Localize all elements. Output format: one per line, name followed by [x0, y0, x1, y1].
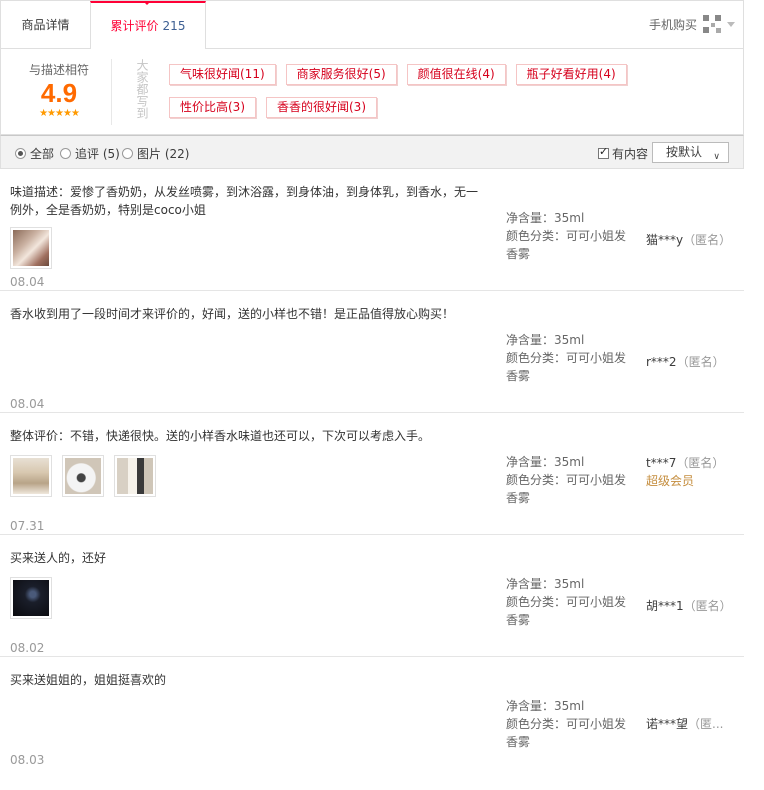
- review-text: 香水收到用了一段时间才来评价的，好闻，送的小样也不错！是正品值得放心购买！: [10, 307, 455, 321]
- sku-net-content: 净含量：35ml: [506, 455, 585, 469]
- filter-followup-label: 追评 (5): [75, 147, 120, 161]
- mobile-buy-label: 手机购买: [648, 17, 697, 32]
- review-photo[interactable]: [62, 455, 104, 497]
- review-photos: [10, 577, 62, 619]
- reviewer-nick: 胡***1: [646, 599, 684, 613]
- reviewer-name: r***2（匿名）: [646, 353, 736, 370]
- review-text: 味道描述：爱惨了香奶奶，从发丝喷雾，到沐浴露，到身体油，到身体乳，到香水，无一例…: [10, 185, 479, 217]
- sku-color: 颜色分类：可可小姐发香雾: [506, 229, 627, 261]
- review-date: 07.31: [10, 519, 45, 533]
- score-label: 与描述相符: [28, 63, 89, 77]
- tab-product-detail[interactable]: 商品详情: [1, 1, 90, 49]
- review-date: 08.04: [10, 275, 45, 289]
- filter-all[interactable]: 全部: [15, 145, 54, 162]
- review-item: 味道描述：爱惨了香奶奶，从发丝喷雾，到沐浴露，到身体油，到身体乳，到香水，无一例…: [0, 169, 744, 291]
- anonymous-label: （匿...: [688, 717, 724, 731]
- sku-net-content: 净含量：35ml: [506, 577, 585, 591]
- reviewer-nick: t***7: [646, 456, 677, 470]
- sort-select[interactable]: 按默认 ∨: [652, 142, 729, 163]
- review-list: 味道描述：爱惨了香奶奶，从发丝喷雾，到沐浴露，到身体油，到身体乳，到香水，无一例…: [0, 169, 744, 779]
- review-item: 买来送人的，还好 08.02 净含量：35ml 颜色分类：可可小姐发香雾 胡**…: [0, 535, 744, 657]
- review-count: 215: [162, 19, 186, 33]
- tag-item[interactable]: 颜值很在线(4): [406, 64, 506, 85]
- reviewer-nick: r***2: [646, 355, 677, 369]
- review-item: 香水收到用了一段时间才来评价的，好闻，送的小样也不错！是正品值得放心购买！ 08…: [0, 291, 744, 413]
- filter-all-label: 全部: [30, 147, 55, 161]
- sku-color: 颜色分类：可可小姐发香雾: [506, 473, 627, 505]
- tag-item[interactable]: 香香的很好闻(3): [266, 97, 377, 118]
- review-date: 08.03: [10, 753, 45, 767]
- review-text: 买来送姐姐的，姐姐挺喜欢的: [10, 673, 167, 687]
- filter-pictures-label: 图片 (22): [137, 147, 190, 161]
- sku-net-content: 净含量：35ml: [506, 333, 585, 347]
- sku-net-content: 净含量：35ml: [506, 699, 585, 713]
- radio-selected-icon[interactable]: [15, 148, 26, 159]
- review-photo[interactable]: [10, 227, 52, 269]
- sku-color: 颜色分类：可可小姐发香雾: [506, 717, 627, 749]
- anonymous-label: （匿名）: [683, 599, 732, 613]
- filter-pictures[interactable]: 图片 (22): [122, 145, 189, 162]
- qr-code-icon[interactable]: [703, 15, 721, 33]
- review-date: 08.02: [10, 641, 45, 655]
- sku-info: 净含量：35ml 颜色分类：可可小姐发香雾: [506, 697, 636, 751]
- sku-info: 净含量：35ml 颜色分类：可可小姐发香雾: [506, 209, 636, 263]
- reviewer-name: 诺***望（匿...: [646, 715, 736, 732]
- sku-info: 净含量：35ml 颜色分类：可可小姐发香雾: [506, 453, 636, 507]
- divider: [111, 59, 112, 125]
- review-photo[interactable]: [114, 455, 156, 497]
- review-date: 08.04: [10, 397, 45, 411]
- review-photo[interactable]: [10, 577, 52, 619]
- radio-icon[interactable]: [60, 148, 71, 159]
- radio-icon[interactable]: [122, 148, 133, 159]
- review-text: 买来送人的，还好: [10, 551, 107, 565]
- tag-item[interactable]: 性价比高(3): [169, 97, 256, 118]
- sku-color: 颜色分类：可可小姐发香雾: [506, 351, 627, 383]
- tag-item[interactable]: 商家服务很好(5): [285, 64, 397, 85]
- has-content-label: 有内容: [612, 147, 649, 161]
- active-tab-caret: [143, 1, 151, 5]
- star-rating-icon: ★★★★★: [39, 108, 80, 119]
- tab-reviews[interactable]: 累计评价 215: [90, 1, 206, 50]
- tag-item[interactable]: 气味很好闻(11): [169, 64, 276, 85]
- review-item: 买来送姐姐的，姐姐挺喜欢的 08.03 净含量：35ml 颜色分类：可可小姐发香…: [0, 657, 744, 779]
- tag-item[interactable]: 瓶子好看好用(4): [515, 64, 627, 85]
- member-badge: 超级会员: [646, 474, 695, 488]
- reviewer-name: t***7（匿名）: [646, 454, 736, 471]
- filter-bar: 全部 追评 (5) 图片 (22) 有内容 按默认 ∨: [0, 135, 744, 169]
- rating-summary: 与描述相符 4.9 ★★★★★ 大家都写到 气味很好闻(11) 商家服务很好(5)…: [0, 49, 744, 135]
- review-photos: [10, 227, 62, 269]
- tab-bar: 商品详情 累计评价 215 手机购买: [0, 0, 744, 50]
- everyone-says-label: 大家都写到: [135, 59, 149, 119]
- checkbox-checked-icon[interactable]: [598, 145, 609, 159]
- tab-reviews-label: 累计评价: [110, 19, 159, 33]
- anonymous-label: （匿名）: [676, 456, 725, 470]
- review-item: 整体评价：不错，快递很快。送的小样香水味道也还可以，下次可以考虑入手。 07.3…: [0, 413, 744, 535]
- anonymous-label: （匿名）: [683, 233, 732, 247]
- reviewer-nick: 猫***y: [646, 233, 684, 247]
- review-text: 整体评价：不错，快递很快。送的小样香水味道也还可以，下次可以考虑入手。: [10, 429, 431, 443]
- sort-select-value: 按默认: [666, 145, 703, 159]
- score-box: 与描述相符 4.9 ★★★★★: [21, 61, 97, 119]
- has-content-checkbox[interactable]: 有内容: [598, 145, 648, 162]
- chevron-down-icon: [727, 21, 735, 27]
- reviewer-name: 猫***y（匿名）: [646, 231, 736, 248]
- review-photos: [10, 455, 166, 497]
- score-value: 4.9: [40, 78, 78, 108]
- sku-net-content: 净含量：35ml: [506, 211, 585, 225]
- reviewer-nick: 诺***望: [646, 717, 689, 731]
- sku-color: 颜色分类：可可小姐发香雾: [506, 595, 627, 627]
- tag-list: 气味很好闻(11) 商家服务很好(5) 颜值很在线(4) 瓶子好看好用(4) 性价比高…: [169, 64, 729, 130]
- reviewer-name: 胡***1（匿名）: [646, 597, 736, 614]
- filter-followup[interactable]: 追评 (5): [60, 145, 120, 162]
- mobile-buy[interactable]: 手机购买: [649, 15, 735, 33]
- sku-info: 净含量：35ml 颜色分类：可可小姐发香雾: [506, 575, 636, 629]
- chevron-down-icon: ∨: [713, 152, 720, 162]
- sku-info: 净含量：35ml 颜色分类：可可小姐发香雾: [506, 331, 636, 385]
- review-photo[interactable]: [10, 455, 52, 497]
- anonymous-label: （匿名）: [676, 355, 725, 369]
